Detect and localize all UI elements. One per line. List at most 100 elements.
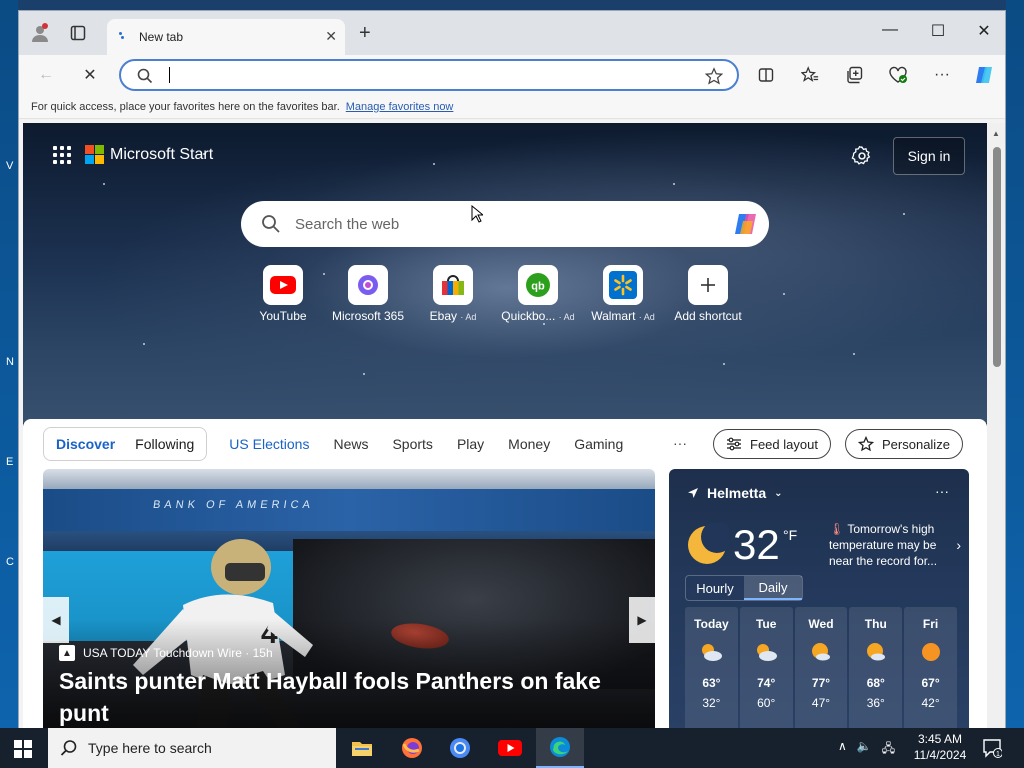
clock-time: 3:45 AM	[917, 732, 963, 746]
favorites-icon[interactable]	[799, 64, 821, 86]
weather-location[interactable]: Helmetta ⌄	[687, 485, 783, 501]
forecast-day[interactable]: Wed 77° 47°	[794, 607, 848, 729]
desktop-edge-letter: V	[6, 160, 14, 172]
favorite-star-icon[interactable]	[705, 67, 723, 85]
profile-icon[interactable]	[29, 22, 51, 44]
browser-essentials-icon[interactable]	[887, 64, 909, 86]
new-tab-button[interactable]: +	[359, 22, 371, 45]
tab-following[interactable]: Following	[135, 436, 194, 452]
taskbar-search-placeholder: Type here to search	[88, 740, 212, 756]
chevron-down-icon: ⌄	[774, 487, 783, 499]
shortcut-youtube[interactable]: YouTube	[259, 265, 307, 323]
location-name: Helmetta	[707, 485, 767, 501]
back-icon[interactable]: ←	[35, 64, 57, 86]
personalize-button[interactable]: Personalize	[845, 429, 963, 459]
toggle-daily[interactable]: Daily	[744, 576, 802, 600]
nav-sports[interactable]: Sports	[392, 436, 432, 452]
mouse-cursor-icon	[471, 205, 483, 223]
youtube-app-icon[interactable]	[486, 728, 534, 768]
desktop-left-edge: V N E C	[0, 0, 18, 728]
nav-news[interactable]: News	[333, 436, 368, 452]
tab-title: New tab	[139, 30, 184, 44]
shortcut-label: Add shortcut	[674, 309, 742, 323]
search-icon	[60, 740, 77, 756]
more-categories-button[interactable]: ···	[673, 435, 687, 451]
copilot-icon[interactable]	[973, 64, 995, 86]
sunny-icon	[921, 643, 940, 661]
day-name: Wed	[808, 617, 834, 631]
desktop-right-edge	[1006, 0, 1024, 728]
more-options-icon[interactable]: ···	[931, 64, 953, 86]
weather-note-text: Tomorrow's high temperature may be near …	[829, 522, 938, 568]
feed-layout-button[interactable]: Feed layout	[713, 429, 831, 459]
chrome-icon[interactable]	[436, 728, 484, 768]
chevron-up-icon[interactable]: ∧	[838, 739, 847, 760]
hero-prev-button[interactable]: ◀	[43, 597, 69, 643]
file-explorer-icon[interactable]	[338, 728, 386, 768]
copilot-icon[interactable]	[731, 209, 761, 239]
collections-icon[interactable]	[843, 64, 865, 86]
shortcut-walmart[interactable]: Walmart · Ad	[591, 265, 655, 323]
windows-start-icon[interactable]	[14, 740, 32, 758]
close-window-button[interactable]: ✕	[973, 21, 995, 41]
title-bar: New tab ✕ + — ☐ ✕	[19, 11, 1005, 55]
taskbar-search-box[interactable]: Type here to search	[48, 728, 336, 768]
volume-muted-icon[interactable]: 🔈	[857, 739, 872, 760]
app-launcher-icon[interactable]	[53, 145, 71, 164]
ebay-bag-icon	[442, 275, 464, 295]
page-scrollbar[interactable]: ▲	[987, 123, 1005, 729]
sliders-icon	[727, 437, 741, 451]
sign-in-button[interactable]: Sign in	[893, 137, 965, 175]
shortcut-ebay[interactable]: Ebay · Ad	[430, 265, 476, 323]
close-tab-icon[interactable]: ✕	[325, 28, 337, 45]
tab-new-tab[interactable]: New tab ✕	[107, 19, 345, 55]
search-placeholder: Search the web	[295, 215, 400, 233]
nav-money[interactable]: Money	[508, 436, 550, 452]
manage-favorites-link[interactable]: Manage favorites now	[346, 101, 454, 113]
nav-us-elections[interactable]: US Elections	[229, 436, 309, 452]
firefox-icon[interactable]	[388, 728, 436, 768]
forecast-day[interactable]: Today 63° 32°	[685, 607, 738, 729]
forecast-day[interactable]: Fri 67° 42°	[904, 607, 957, 729]
taskbar-clock[interactable]: 3:45 AM 11/4/2024	[910, 731, 970, 763]
weather-more-icon[interactable]: ···	[935, 483, 949, 499]
article-source-label: USA TODAY Touchdown Wire · 15h	[83, 646, 273, 660]
notification-center-icon[interactable]: 1	[982, 738, 1003, 761]
text-caret	[169, 67, 170, 83]
forecast-day[interactable]: Tue 74° 60°	[739, 607, 793, 729]
split-screen-icon[interactable]	[755, 64, 777, 86]
shortcut-label: Quickbo...	[501, 309, 556, 323]
hero-headline[interactable]: Saints punter Matt Hayball fools Panther…	[59, 665, 619, 729]
shortcut-label: Ebay	[429, 309, 457, 323]
tab-discover[interactable]: Discover	[56, 436, 115, 452]
forecast-day[interactable]: Thu 68° 36°	[849, 607, 903, 729]
hero-article-card[interactable]: BANK OF AMERICA 4 ◀ ▶ ▲	[43, 469, 655, 729]
edge-icon[interactable]	[536, 728, 584, 768]
brand-title: Microsoft Start	[110, 145, 214, 163]
tab-actions-icon[interactable]	[67, 22, 89, 44]
article-source: ▲ USA TODAY Touchdown Wire · 15h	[59, 645, 273, 661]
search-icon	[262, 215, 280, 233]
address-bar[interactable]	[119, 59, 739, 91]
weather-alert-note[interactable]: 🌡 Tomorrow's high temperature may be nea…	[829, 521, 961, 569]
shortcut-add[interactable]: Add shortcut	[674, 265, 742, 323]
network-icon[interactable]: 🖧	[882, 739, 895, 760]
clock-date: 11/4/2024	[913, 748, 967, 762]
settings-gear-icon[interactable]	[851, 145, 873, 167]
day-high: 68°	[866, 676, 885, 690]
scrollbar-thumb[interactable]	[993, 147, 1001, 367]
toggle-hourly[interactable]: Hourly	[686, 576, 744, 600]
web-search-box[interactable]: Search the web	[241, 201, 769, 247]
scroll-up-icon[interactable]: ▲	[992, 129, 1000, 138]
new-tab-page: Microsoft Start Sign in Search the web Y…	[23, 123, 987, 729]
maximize-button[interactable]: ☐	[927, 21, 949, 41]
stop-loading-icon[interactable]: ✕	[79, 64, 101, 86]
weather-card[interactable]: Helmetta ⌄ ··· 32 °F 🌡 Tomorrow's high t…	[669, 469, 969, 729]
shortcut-microsoft-365[interactable]: Microsoft 365	[332, 265, 404, 323]
minimize-button[interactable]: —	[879, 21, 901, 39]
nav-play[interactable]: Play	[457, 436, 484, 452]
nav-gaming[interactable]: Gaming	[574, 436, 623, 452]
hero-next-button[interactable]: ▶	[629, 597, 655, 643]
mostly-sunny-icon	[866, 643, 885, 661]
shortcut-quickbooks[interactable]: qb Quickbo... · Ad	[501, 265, 575, 323]
